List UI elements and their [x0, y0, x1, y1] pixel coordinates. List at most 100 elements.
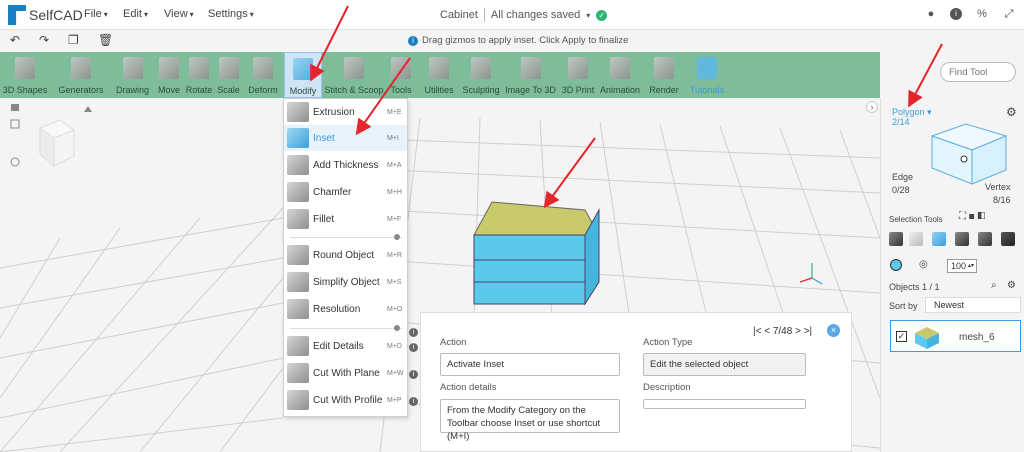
info-icon[interactable]: i — [409, 343, 418, 352]
inset-icon — [287, 128, 309, 148]
select-lasso-icon[interactable] — [1001, 232, 1015, 246]
tool-rotate[interactable]: Rotate — [184, 52, 214, 98]
bell-icon[interactable]: ● — [925, 8, 937, 20]
tool-modify[interactable]: Modify — [284, 52, 322, 98]
edge-label[interactable]: Edge — [892, 172, 913, 182]
hint-bar: i Drag gizmos to apply inset. Click Appl… — [408, 35, 628, 46]
save-status[interactable]: All changes saved — [491, 9, 580, 21]
tool-3d-shapes[interactable]: 3D Shapes — [0, 52, 50, 98]
sort-dropdown[interactable]: Newest — [925, 297, 1021, 313]
menu-item-chamfer[interactable]: Chamfer M+H — [284, 179, 407, 205]
select-wire-icon[interactable] — [909, 232, 923, 246]
tool-3d-print[interactable]: 3D Print — [560, 52, 596, 98]
tool-tutorials[interactable]: Tutorials — [686, 52, 728, 98]
menu-item-fillet[interactable]: Fillet M+F — [284, 206, 407, 232]
menu-item-cut-with-profile[interactable]: Cut With Profile M+P — [284, 387, 407, 413]
info-icon[interactable]: i — [409, 328, 418, 337]
target-icon[interactable] — [10, 157, 20, 167]
last-step-icon[interactable]: >| — [804, 326, 812, 337]
tool-move[interactable]: Move — [156, 52, 182, 98]
select-box-icon[interactable] — [978, 232, 992, 246]
search-icon[interactable]: ⌕ — [991, 280, 997, 291]
settings-icon[interactable]: ⚙ — [1007, 280, 1016, 291]
round-object-icon — [287, 245, 309, 265]
cut-profile-icon — [287, 390, 309, 410]
menu-item-add-thickness[interactable]: Add Thickness M+A — [284, 152, 407, 178]
menu-item-extrusion[interactable]: Extrusion M+E — [284, 99, 407, 125]
select-face-icon[interactable] — [932, 232, 946, 246]
undo-icon[interactable]: ↶ — [10, 33, 20, 47]
menu-divider — [290, 234, 402, 240]
tool-render[interactable]: Render — [645, 52, 683, 98]
copy-icon[interactable]: ❐ — [68, 33, 79, 47]
chevron-down-icon[interactable]: ▾ — [586, 11, 590, 20]
tool-tools[interactable]: Tools — [386, 52, 416, 98]
mesh-object[interactable] — [473, 201, 600, 306]
object-name[interactable]: mesh_6 — [959, 332, 995, 343]
menu-item-simplify-object[interactable]: Simplify Object M+S — [284, 269, 407, 295]
animation-icon — [610, 57, 630, 79]
brush-pattern-icon[interactable]: ◎ — [919, 259, 928, 270]
tools-icon — [391, 57, 411, 79]
right-panel: Polygon ▾ 2/14 ⚙ Edge 0/28 Vertex 8/16 S… — [880, 98, 1024, 452]
doc-name[interactable]: Cabinet — [440, 9, 478, 21]
fit-view-icon[interactable] — [10, 119, 20, 129]
tool-generators[interactable]: Generators — [54, 52, 108, 98]
pencil-icon — [122, 57, 143, 79]
selection-mode-cube[interactable] — [926, 122, 1010, 186]
info-icon[interactable]: i — [950, 8, 962, 20]
vertex-label[interactable]: Vertex — [985, 182, 1011, 192]
home-view-icon[interactable] — [11, 104, 19, 111]
object-checkbox[interactable]: ✓ — [896, 331, 907, 342]
brush-color-icon[interactable] — [890, 259, 902, 271]
menu-edit[interactable]: Edit — [123, 8, 148, 20]
brush-size-input[interactable]: 100 ▴▾ — [947, 259, 977, 273]
next-step-icon[interactable]: > — [795, 326, 801, 337]
tool-image-to-3d[interactable]: Image To 3D — [503, 52, 558, 98]
menu-item-cut-with-plane[interactable]: Cut With Plane M+W — [284, 360, 407, 386]
trash-icon[interactable]: 🗑 — [98, 33, 113, 47]
menu-settings[interactable]: Settings — [208, 8, 254, 20]
tool-stitch-scoop[interactable]: Stitch & Scoop — [324, 52, 384, 98]
panel-collapse-button[interactable]: › — [866, 101, 878, 113]
menu-item-inset[interactable]: Inset M+I — [284, 125, 407, 151]
tool-scale[interactable]: Scale — [216, 52, 241, 98]
vertex-count: 8/16 — [993, 195, 1011, 205]
percent-icon[interactable]: % — [976, 8, 988, 20]
menu-item-resolution[interactable]: Resolution M+O — [284, 296, 407, 322]
app-logo[interactable]: SelfCAD — [8, 5, 83, 25]
tool-deform[interactable]: Deform — [243, 52, 283, 98]
object-thumbnail — [915, 327, 939, 349]
selfcad-logo-icon — [8, 5, 26, 25]
tool-animation[interactable]: Animation — [598, 52, 642, 98]
menu-item-edit-details[interactable]: Edit Details M+D — [284, 333, 407, 359]
stitch-icon — [344, 57, 364, 79]
axis-gizmo — [799, 263, 823, 285]
menu-file[interactable]: File — [84, 8, 108, 20]
action-details-label: Action details — [440, 382, 497, 393]
find-tool-input[interactable] — [940, 62, 1016, 82]
tool-drawing[interactable]: Drawing — [111, 52, 154, 98]
perspective-icon[interactable] — [84, 106, 92, 112]
selection-tools-label: Selection Tools — [889, 215, 943, 224]
prev-step-icon[interactable]: < — [764, 326, 770, 337]
scale-icon — [218, 57, 239, 79]
select-solid-icon[interactable] — [889, 232, 903, 246]
info-icon[interactable]: i — [409, 370, 418, 379]
menu-item-round-object[interactable]: Round Object M+R — [284, 242, 407, 268]
close-icon[interactable]: × — [827, 324, 840, 337]
tool-utilities[interactable]: Utilities — [419, 52, 459, 98]
redo-icon[interactable]: ↷ — [39, 33, 49, 47]
gear-icon[interactable]: ⚙ — [1006, 105, 1017, 119]
selection-option-icons[interactable]: ⛶ ◼ ◧ — [959, 211, 985, 222]
info-icon: i — [408, 35, 418, 46]
first-step-icon[interactable]: |< — [753, 326, 761, 337]
object-list-item[interactable]: ✓ mesh_6 — [890, 320, 1021, 352]
select-loop-icon[interactable] — [955, 232, 969, 246]
menu-view[interactable]: View — [164, 8, 194, 20]
fullscreen-icon[interactable]: ⤢ — [1003, 8, 1015, 20]
info-icon[interactable]: i — [409, 397, 418, 406]
view-cube[interactable] — [38, 119, 76, 168]
tool-sculpting[interactable]: Sculpting — [461, 52, 501, 98]
polygon-count: 2/14 — [892, 117, 910, 127]
